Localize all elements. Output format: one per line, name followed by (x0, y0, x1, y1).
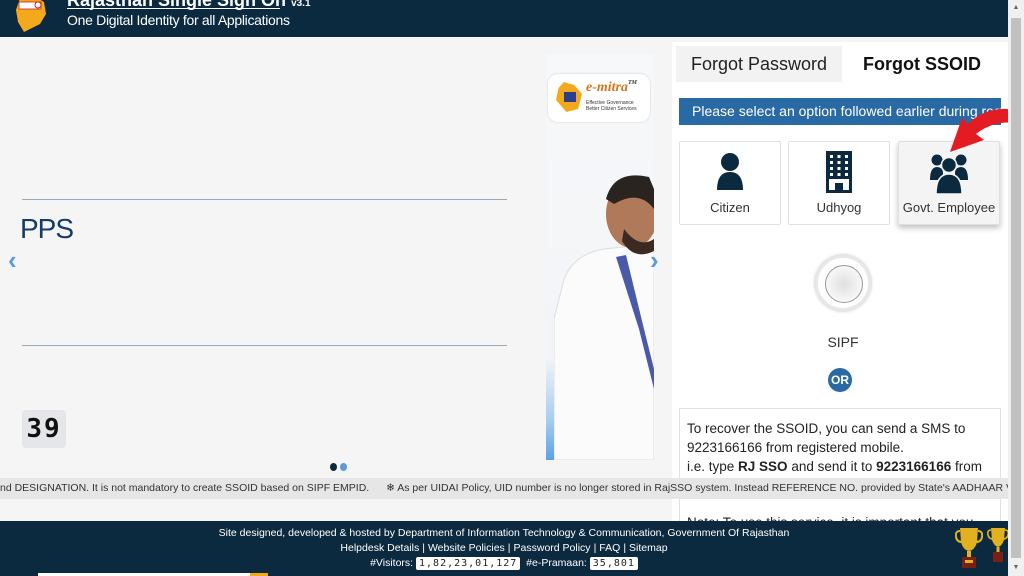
trophy-icon (955, 528, 983, 568)
emitra-brand: e-mitraTM (586, 80, 637, 96)
footer-counters: #Visitors: 1,82,23,01,127 #e-Pramaan: 35… (0, 557, 1008, 570)
rajasthan-logo-icon (16, 0, 46, 32)
user-icon (717, 153, 743, 190)
epramaan-count: 35,801 (589, 557, 638, 570)
users-group-icon (930, 154, 968, 194)
scroll-thumb[interactable] (1011, 18, 1021, 558)
scroll-down-button[interactable]: ▼ (1008, 560, 1024, 576)
footer-credit: Site designed, developed & hosted by Dep… (218, 527, 790, 539)
sms-line-1: To recover the SSOID, you can send a SMS… (687, 421, 966, 455)
link-helpdesk-details[interactable]: Helpdesk Details (340, 542, 419, 554)
site-version: v3.1 (291, 0, 311, 9)
option-citizen-label: Citizen (710, 200, 750, 215)
person-photo (554, 175, 654, 460)
footer: Site designed, developed & hosted by Dep… (0, 521, 1008, 576)
emitra-tm: TM (628, 80, 637, 86)
scroll-up-button[interactable]: ▲ (1008, 0, 1024, 16)
option-udhyog[interactable]: Udhyog (788, 141, 890, 225)
sms-line2-prefix: i.e. type (687, 459, 739, 474)
carousel-dot-1[interactable] (330, 463, 337, 471)
site-subtitle: One Digital Identity for all Application… (67, 12, 290, 28)
link-separator: | (507, 542, 511, 554)
tab-forgot-ssoid[interactable]: Forgot SSOID (842, 46, 1002, 82)
carousel-indicators (330, 463, 347, 471)
emitra-banner: e-mitraTM Effective Governance Better Ci… (546, 54, 654, 460)
ticker-item-2: ❄ As per UIDAI Policy, UID number is no … (386, 482, 1008, 494)
page: Rajasthan Single Sign On v3.1 One Digita… (0, 0, 1024, 576)
slide-counter: 39 (22, 410, 66, 448)
slide-divider-bottom (22, 345, 507, 346)
sms-recovery-info: To recover the SSOID, you can send a SMS… (679, 408, 1001, 522)
visitors-count: 1,82,23,01,127 (416, 557, 521, 570)
or-badge: OR (828, 368, 852, 392)
link-separator: | (593, 542, 597, 554)
emitra-tagline: Effective Governance Better Citizen Serv… (586, 100, 637, 112)
slide-divider-top (22, 199, 507, 200)
emitra-logo: e-mitraTM Effective Governance Better Ci… (548, 74, 650, 122)
trophy-icon-2 (987, 528, 1009, 562)
link-website-policies[interactable]: Website Policies (428, 542, 505, 554)
site-title: Rajasthan Single Sign On v3.1 (67, 0, 311, 11)
emitra-map-icon (556, 82, 582, 112)
option-udhyog-label: Udhyog (816, 200, 862, 215)
link-separator: | (623, 542, 627, 554)
carousel: PPS 39 e-mitraTM Effective Governance Be… (0, 37, 670, 477)
link-separator: | (422, 542, 425, 554)
visitors-label: #Visitors: (370, 557, 414, 569)
tab-forgot-password[interactable]: Forgot Password (676, 46, 842, 82)
sipf-label: SIPF (827, 334, 859, 350)
link-password-policy[interactable]: Password Policy (514, 542, 591, 554)
slide-heading: PPS (20, 213, 74, 244)
sms-line2-mid: and send it to (787, 459, 877, 474)
building-icon (826, 151, 852, 193)
title-underline (67, 8, 280, 9)
link-sitemap[interactable]: Sitemap (629, 542, 668, 554)
sms-number: 9223166166 (876, 459, 952, 474)
carousel-dot-2[interactable] (340, 463, 347, 471)
news-ticker: nd DESIGNATION. It is not mandatory to c… (0, 478, 1008, 499)
option-citizen[interactable]: Citizen (679, 141, 781, 225)
epramaan-label: #e-Pramaan: (526, 557, 587, 569)
carousel-prev-button[interactable]: ‹ (8, 245, 17, 276)
carousel-next-button[interactable]: › (650, 245, 659, 276)
emitra-brand-text: e-mitra (586, 80, 628, 95)
header: Rajasthan Single Sign On v3.1 One Digita… (0, 0, 1008, 37)
sipf-logo-button[interactable] (815, 255, 871, 311)
sms-code: RJ SSO (738, 459, 788, 474)
ticker-item-1: nd DESIGNATION. It is not mandatory to c… (0, 482, 370, 494)
page-scrollbar[interactable]: ▲ ▼ (1008, 0, 1024, 576)
footer-links: Helpdesk Details | Website Policies | Passwo… (0, 542, 1008, 554)
link-faq[interactable]: FAQ (599, 542, 620, 554)
option-govt-employee-label: Govt. Employee (902, 200, 996, 215)
